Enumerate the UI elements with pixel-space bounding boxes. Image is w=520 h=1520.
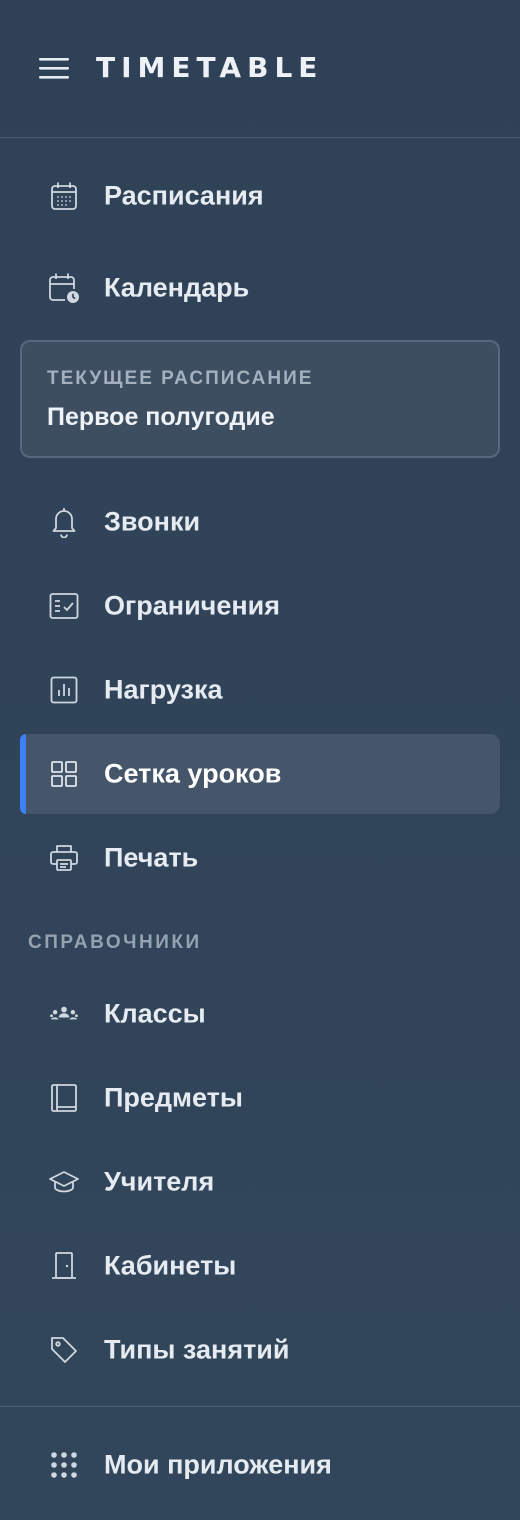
nav-item-workload[interactable]: Нагрузка [20, 650, 500, 730]
nav-item-label: Нагрузка [104, 674, 223, 705]
current-schedule-value: Первое полугодие [47, 403, 275, 431]
printer-icon [48, 842, 80, 874]
apps-grid-icon [48, 1449, 80, 1481]
graduation-cap-icon [48, 1166, 80, 1198]
nav-item-classes[interactable]: Классы [20, 974, 500, 1054]
nav-item-label: Учителя [104, 1166, 215, 1197]
nav-item-label: Календарь [104, 272, 250, 303]
nav-item-constraints[interactable]: Ограничения [20, 566, 500, 646]
tag-icon [48, 1334, 80, 1366]
checklist-icon [48, 590, 80, 622]
nav-item-label: Предметы [104, 1082, 243, 1113]
section-title-references: СПРАВОЧНИКИ [28, 932, 202, 953]
nav-item-lesson-types[interactable]: Типы занятий [20, 1310, 500, 1390]
nav-item-schedules[interactable]: Расписания [20, 156, 500, 236]
nav-item-subjects[interactable]: Предметы [20, 1058, 500, 1138]
nav-item-teachers[interactable]: Учителя [20, 1142, 500, 1222]
hamburger-menu-icon[interactable] [38, 55, 70, 81]
nav-item-print[interactable]: Печать [20, 818, 500, 898]
nav-item-rooms[interactable]: Кабинеты [20, 1226, 500, 1306]
nav-item-label: Звонки [104, 506, 201, 537]
calendar-grid-icon [48, 180, 80, 212]
nav-item-label: Ограничения [104, 590, 281, 621]
door-icon [48, 1250, 80, 1282]
calendar-clock-icon [48, 272, 80, 304]
grid-icon [48, 758, 80, 790]
sidebar: TIMETABLE Расписания Календарь ТЕКУЩЕЕ Р… [0, 0, 520, 1520]
nav-item-label: Расписания [104, 180, 264, 211]
nav-item-calendar[interactable]: Календарь [20, 248, 500, 328]
nav-item-bells[interactable]: Звонки [20, 482, 500, 562]
book-icon [48, 1082, 80, 1114]
current-schedule-title: ТЕКУЩЕЕ РАСПИСАНИЕ [47, 368, 314, 389]
bell-icon [48, 506, 80, 538]
my-apps-label: Мои приложения [104, 1449, 332, 1480]
nav-item-label: Кабинеты [104, 1250, 237, 1281]
nav-item-label: Классы [104, 998, 206, 1029]
nav-item-label: Сетка уроков [104, 758, 282, 789]
sidebar-header: TIMETABLE [0, 0, 520, 138]
bar-chart-icon [48, 674, 80, 706]
nav-item-lesson-grid[interactable]: Сетка уроков [20, 734, 500, 814]
nav-item-label: Типы занятий [104, 1334, 290, 1365]
nav-item-label: Печать [104, 842, 199, 873]
current-schedule-card[interactable]: ТЕКУЩЕЕ РАСПИСАНИЕ Первое полугодие [20, 340, 500, 458]
sidebar-footer: Мои приложения [0, 1406, 520, 1520]
app-brand: TIMETABLE [96, 51, 324, 84]
my-apps-button[interactable]: Мои приложения [20, 1425, 500, 1505]
people-group-icon [48, 998, 80, 1030]
